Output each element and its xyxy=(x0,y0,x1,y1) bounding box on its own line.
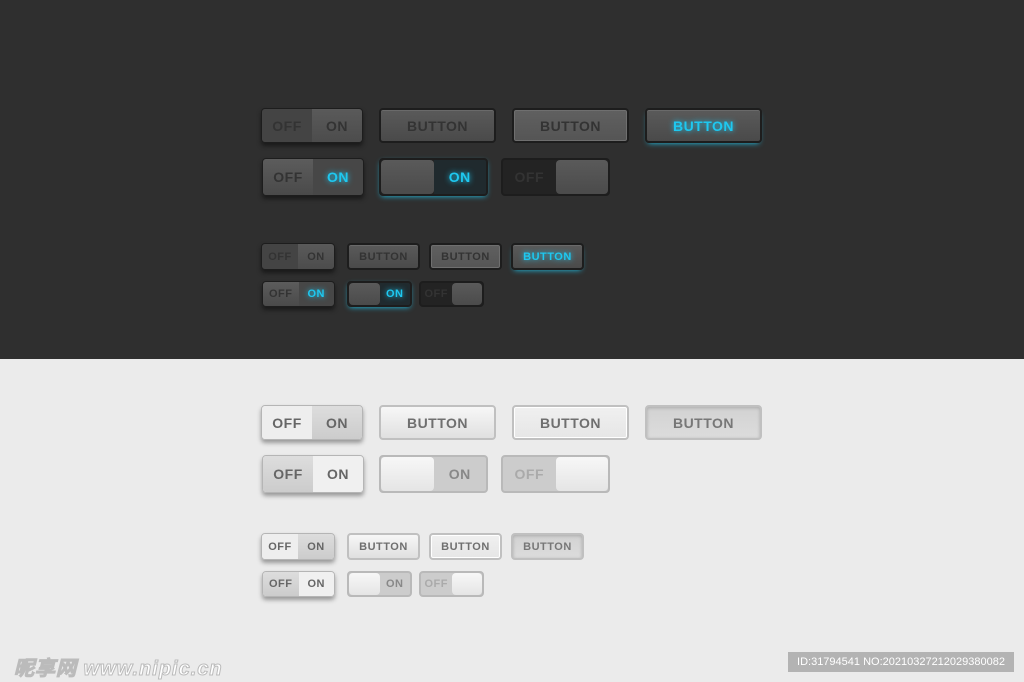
rocker-off-label: OFF xyxy=(263,456,313,492)
large-rocker-switch-bottom[interactable]: OFF ON xyxy=(262,455,364,493)
toggle-state-label: ON xyxy=(448,466,471,482)
rocker-off-label: OFF xyxy=(262,406,312,439)
small-slide-toggle-off[interactable]: OFF xyxy=(419,571,484,597)
small-button-2[interactable]: BUTTON xyxy=(429,243,502,270)
toggle-state-label: OFF xyxy=(424,578,448,590)
rocker-off-label: OFF xyxy=(262,534,298,559)
small-rocker-switch-bottom[interactable]: OFF ON xyxy=(262,281,335,307)
large-button-1[interactable]: BUTTON xyxy=(379,108,496,143)
toggle-knob[interactable] xyxy=(555,160,608,194)
large-button-1[interactable]: BUTTON xyxy=(379,405,496,440)
toggle-state-label: OFF xyxy=(514,169,544,185)
large-rocker-switch-bottom[interactable]: OFF ON xyxy=(262,158,364,196)
small-slide-toggle-off[interactable]: OFF xyxy=(419,281,484,307)
rocker-on-label: ON xyxy=(298,282,334,306)
rocker-off-label: OFF xyxy=(263,572,299,596)
rocker-on-label: ON xyxy=(313,456,363,492)
small-button-2[interactable]: BUTTON xyxy=(429,533,502,560)
small-button-1[interactable]: BUTTON xyxy=(347,533,420,560)
toggle-state-label: ON xyxy=(386,578,404,590)
large-button-2[interactable]: BUTTON xyxy=(512,108,629,143)
small-button-3[interactable]: BUTTON xyxy=(511,243,584,270)
small-slide-toggle-on[interactable]: ON xyxy=(347,571,412,597)
rocker-on-label: ON xyxy=(298,534,334,559)
toggle-state-label: ON xyxy=(433,160,486,194)
large-slide-toggle-on[interactable]: ON xyxy=(379,455,488,493)
toggle-knob[interactable] xyxy=(451,573,482,595)
rocker-on-label: ON xyxy=(313,159,363,195)
rocker-off-label: OFF xyxy=(262,109,312,142)
large-slide-toggle-on[interactable]: ON xyxy=(379,158,488,196)
large-button-2[interactable]: BUTTON xyxy=(512,405,629,440)
rocker-on-label: ON xyxy=(298,572,334,596)
small-rocker-switch-bottom[interactable]: OFF ON xyxy=(262,571,335,597)
toggle-knob[interactable] xyxy=(555,457,608,491)
large-button-3[interactable]: BUTTON xyxy=(645,108,762,143)
rocker-off-label: OFF xyxy=(262,244,298,269)
watermark-logo: 昵享网 www.nipic.cn xyxy=(14,658,223,681)
watermark-id: ID:31794541 NO:20210327212029380082 xyxy=(788,652,1014,672)
rocker-off-label: OFF xyxy=(263,282,299,306)
large-slide-toggle-off[interactable]: OFF xyxy=(501,158,610,196)
large-button-3[interactable]: BUTTON xyxy=(645,405,762,440)
large-rocker-switch-top[interactable]: OFF ON xyxy=(261,405,363,440)
toggle-knob[interactable] xyxy=(381,160,434,194)
small-button-1[interactable]: BUTTON xyxy=(347,243,420,270)
light-theme-panel: OFF ON BUTTON BUTTON BUTTON OFF ON ON OFF OFF ON BU… xyxy=(0,359,1024,682)
small-slide-toggle-on[interactable]: ON xyxy=(347,281,412,307)
toggle-knob[interactable] xyxy=(381,457,434,491)
toggle-knob[interactable] xyxy=(349,573,380,595)
toggle-knob[interactable] xyxy=(349,283,380,305)
toggle-state-label: OFF xyxy=(514,466,544,482)
rocker-on-label: ON xyxy=(312,406,362,439)
small-button-3[interactable]: BUTTON xyxy=(511,533,584,560)
small-rocker-switch-top[interactable]: OFF ON xyxy=(261,533,335,560)
toggle-state-label: OFF xyxy=(424,288,448,300)
rocker-on-label: ON xyxy=(298,244,334,269)
toggle-state-label: ON xyxy=(379,283,410,305)
rocker-off-label: OFF xyxy=(263,159,313,195)
dark-theme-panel: OFF ON BUTTON BUTTON BUTTON OFF ON ON OFF OFF ON BU… xyxy=(0,0,1024,359)
rocker-on-label: ON xyxy=(312,109,362,142)
small-rocker-switch-top[interactable]: OFF ON xyxy=(261,243,335,270)
large-slide-toggle-off[interactable]: OFF xyxy=(501,455,610,493)
large-rocker-switch-top[interactable]: OFF ON xyxy=(261,108,363,143)
toggle-knob[interactable] xyxy=(451,283,482,305)
